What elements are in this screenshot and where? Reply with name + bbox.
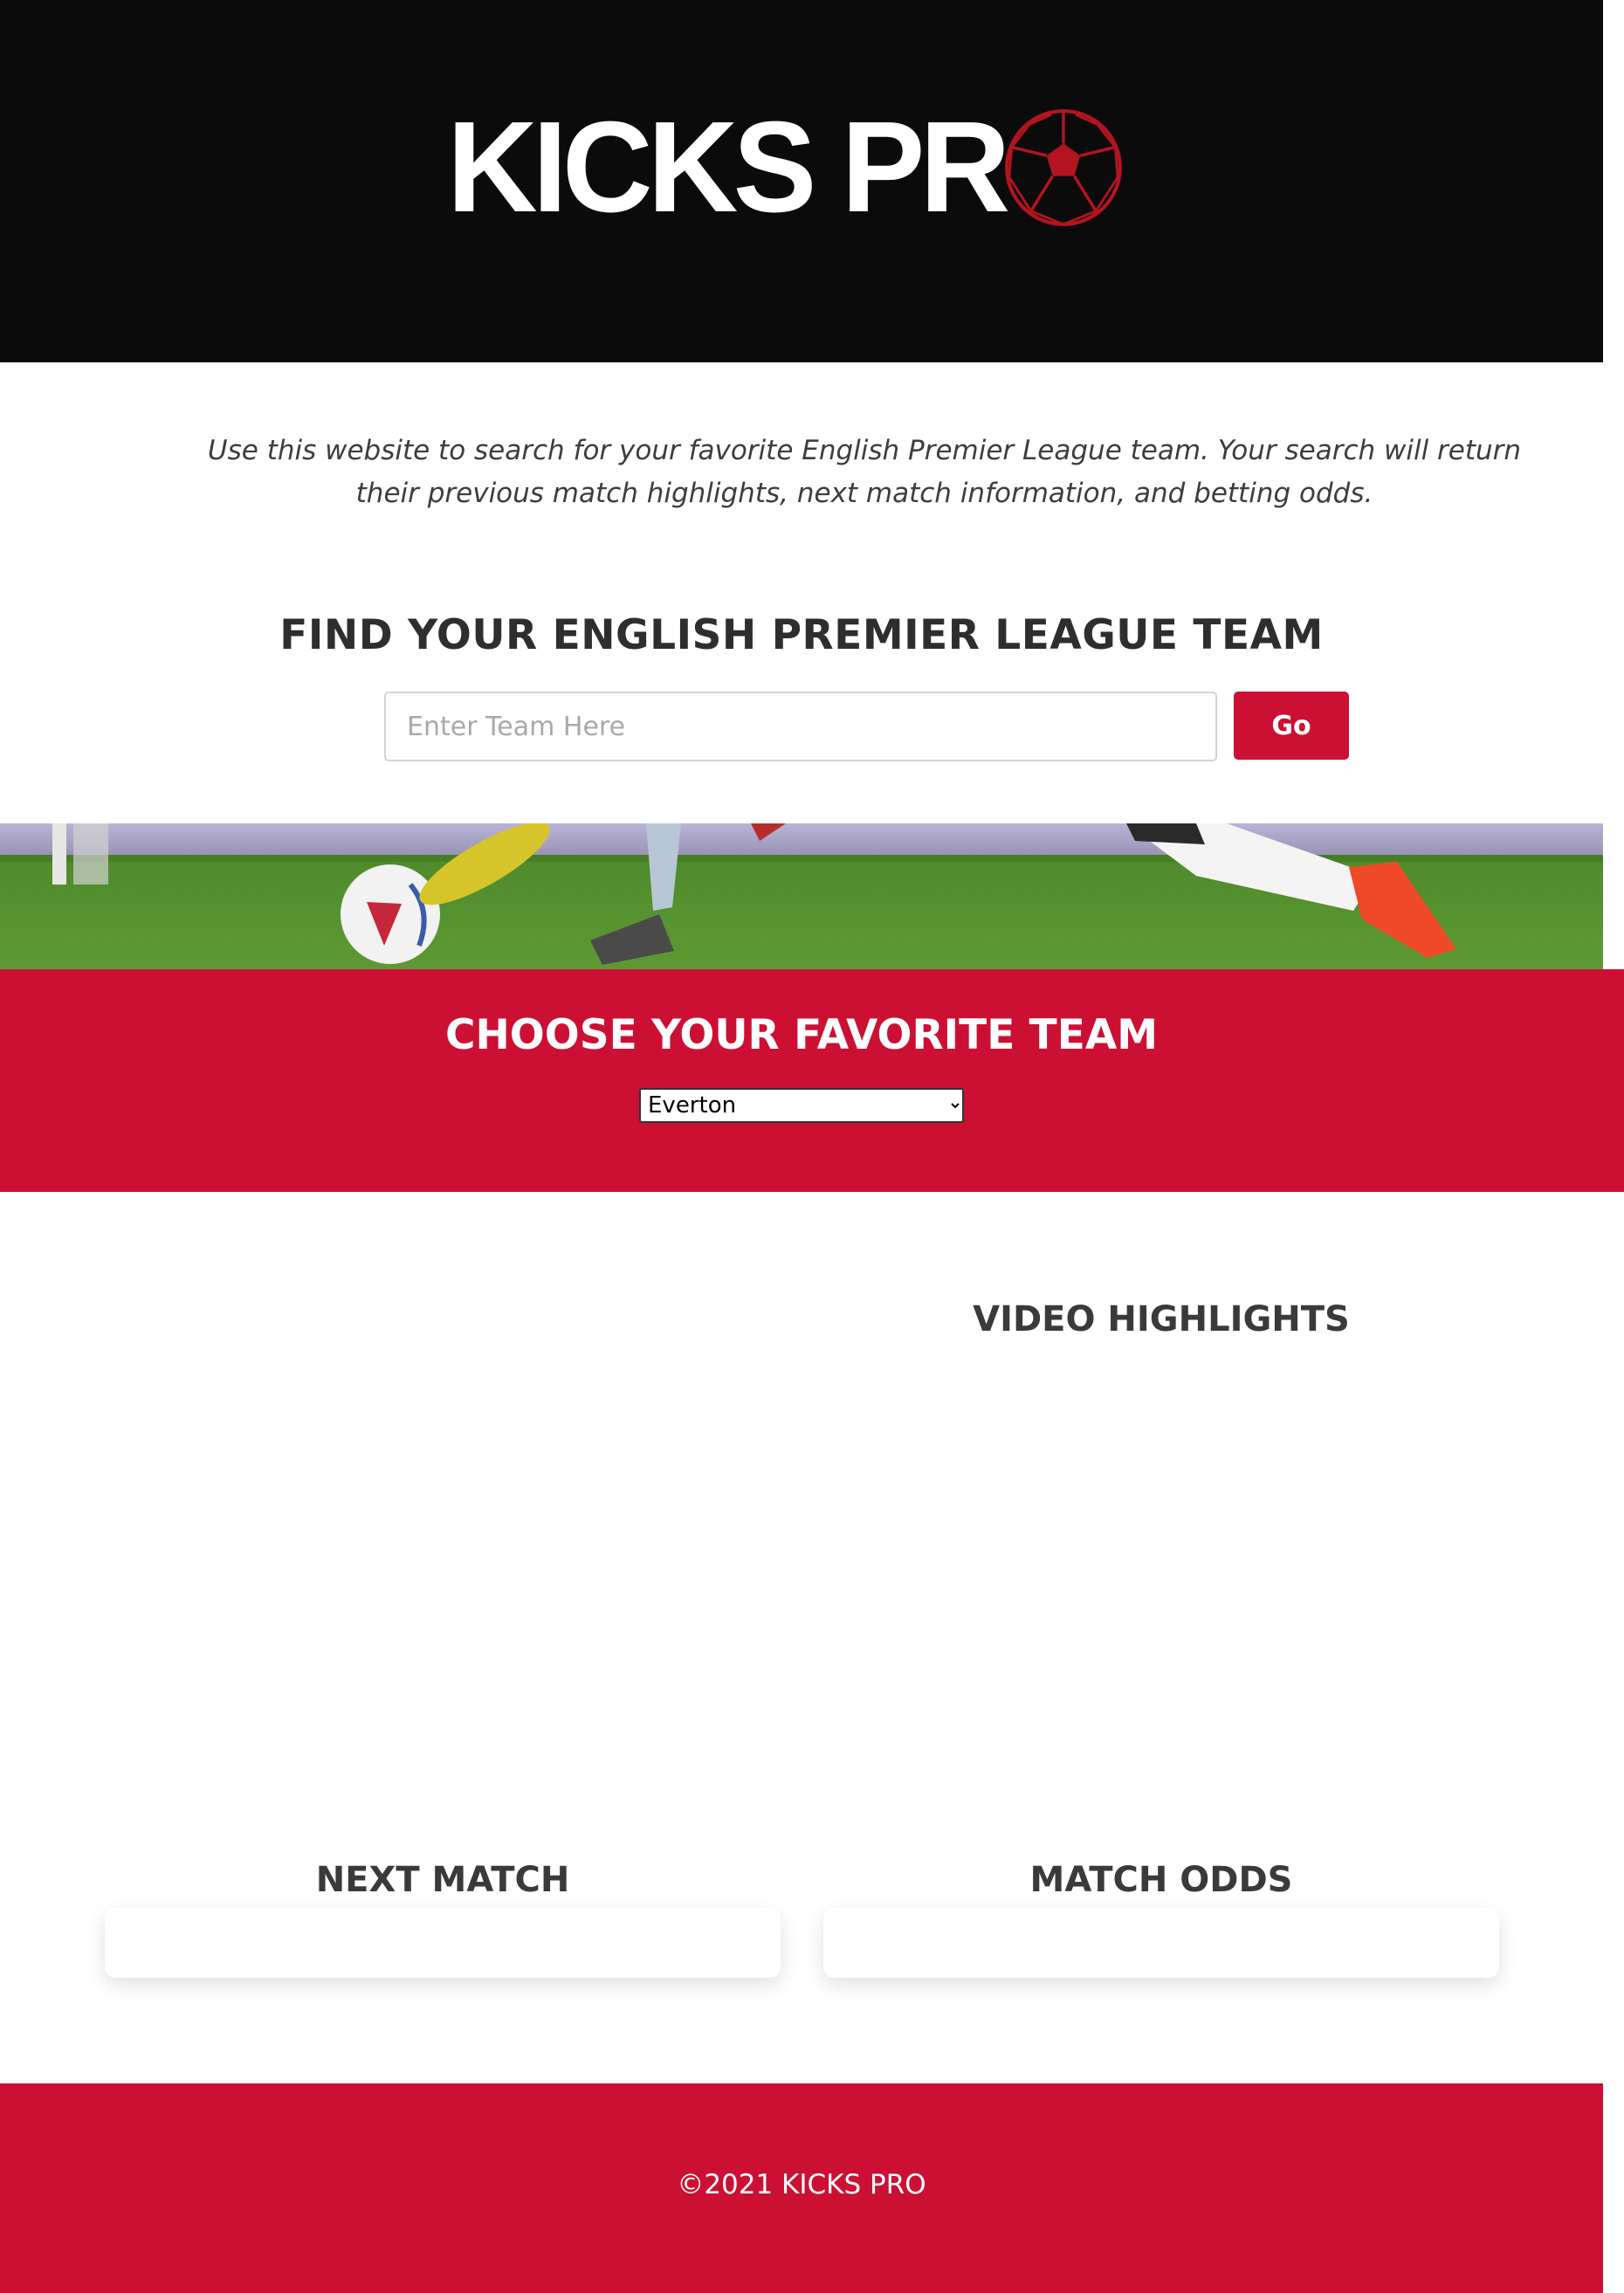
soccer-banner-image [0, 823, 1603, 972]
logo-text: KICKS PR [447, 95, 1010, 239]
video-highlights-title: VIDEO HIGHLIGHTS [973, 1299, 1350, 1339]
site-footer: ©2021 KICKS PRO [0, 2083, 1603, 2293]
search-section-title: FIND YOUR ENGLISH PREMIER LEAGUE TEAM [279, 611, 1324, 659]
match-odds-card [823, 1908, 1499, 1978]
choose-team-title: CHOOSE YOUR FAVORITE TEAM [444, 1011, 1158, 1059]
match-odds-title: MATCH ODDS [1029, 1860, 1293, 1900]
soccer-ball-icon [1005, 109, 1123, 226]
go-button[interactable]: Go [1234, 692, 1349, 760]
next-match-card [105, 1908, 781, 1978]
site-header: KICKS PR [0, 0, 1603, 362]
choose-team-section: CHOOSE YOUR FAVORITE TEAM Everton [0, 969, 1624, 1192]
footer-copyright: ©2021 KICKS PRO [677, 2169, 926, 2200]
kicks-pro-logo[interactable]: KICKS PR [447, 103, 1124, 232]
next-match-title: NEXT MATCH [315, 1860, 570, 1900]
intro-text: Use this website to search for your favo… [207, 435, 1522, 509]
team-select[interactable]: Everton [639, 1088, 964, 1123]
team-search-input[interactable] [384, 692, 1217, 761]
